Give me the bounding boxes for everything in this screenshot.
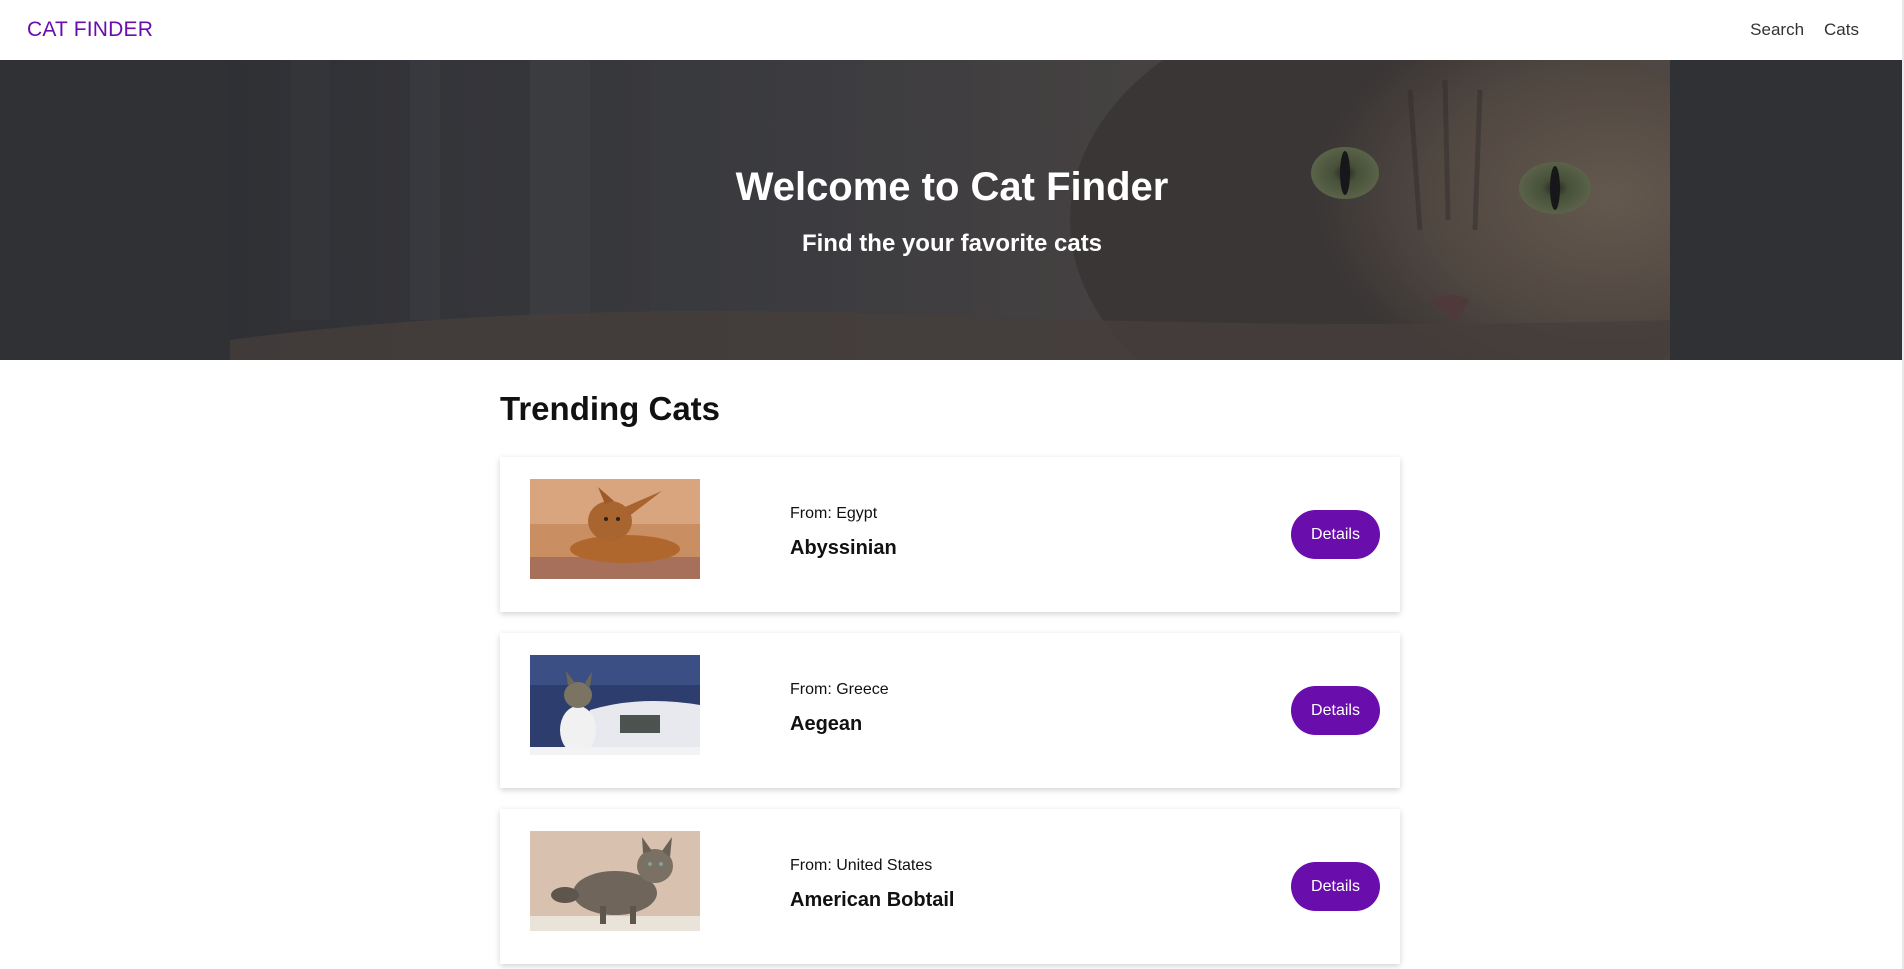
details-button[interactable]: Details (1291, 510, 1380, 559)
hero-banner: Welcome to Cat Finder Find the your favo… (0, 60, 1904, 360)
cat-breed-name: American Bobtail (790, 889, 955, 911)
details-button[interactable]: Details (1291, 862, 1380, 911)
nav-link-cats[interactable]: Cats (1824, 20, 1859, 40)
cat-card: From: Greece Aegean Details (500, 633, 1400, 788)
nav-link-search[interactable]: Search (1750, 20, 1804, 40)
cat-thumbnail (530, 479, 700, 579)
hero-title: Welcome to Cat Finder (735, 165, 1169, 209)
cat-thumbnail (530, 831, 700, 931)
brand-logo-link[interactable]: CAT FINDER (27, 18, 153, 42)
cat-breed-name: Aegean (790, 713, 863, 735)
details-button[interactable]: Details (1291, 686, 1380, 735)
hero-text: Welcome to Cat Finder Find the your favo… (0, 60, 1904, 360)
american-bobtail-cat-photo (530, 831, 700, 931)
top-navbar: CAT FINDER Search Cats (0, 0, 1904, 60)
cat-card: From: Egypt Abyssinian Details (500, 457, 1400, 612)
cat-origin: From: United States (790, 857, 933, 874)
nav-links: Search Cats (1750, 20, 1859, 40)
hero-subtitle: Find the your favorite cats (801, 230, 1103, 257)
abyssinian-cat-photo (530, 479, 700, 579)
section-title: Trending Cats (500, 390, 721, 427)
cat-thumbnail (530, 655, 700, 755)
cat-origin: From: Greece (790, 681, 889, 698)
cat-card: From: United States American Bobtail Det… (500, 809, 1400, 964)
aegean-cat-photo (530, 655, 700, 755)
cat-breed-name: Abyssinian (790, 537, 897, 559)
cat-origin: From: Egypt (790, 505, 878, 522)
